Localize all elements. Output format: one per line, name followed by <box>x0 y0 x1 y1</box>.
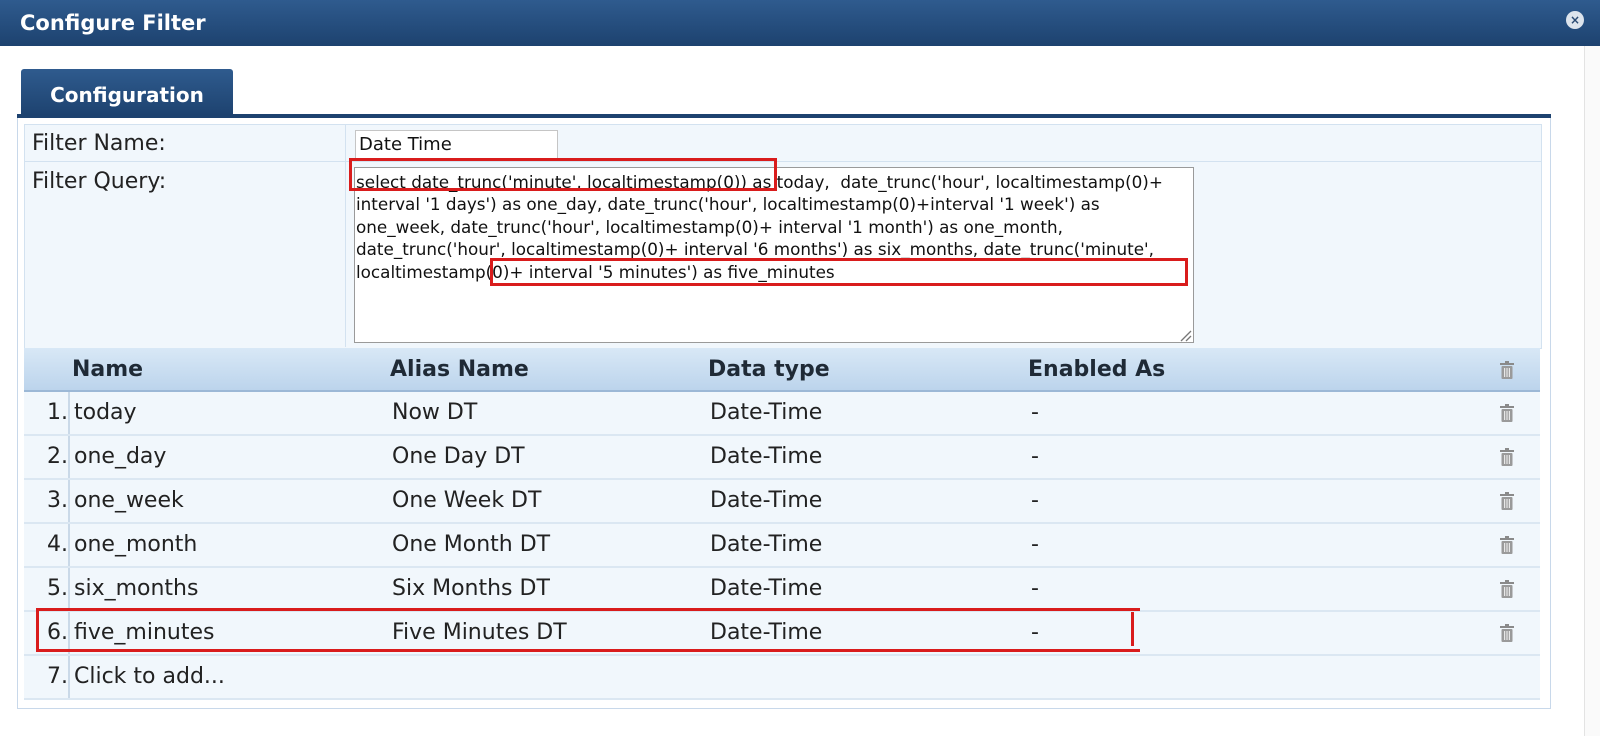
close-icon[interactable]: × <box>1566 11 1584 29</box>
cell-alias[interactable]: Six Months DT <box>392 568 550 610</box>
trash-icon[interactable] <box>1499 448 1515 466</box>
cell-data-type[interactable]: Date-Time <box>710 568 822 610</box>
cell-alias[interactable]: Five Minutes DT <box>392 612 567 654</box>
cell-alias[interactable]: One Week DT <box>392 480 541 522</box>
form-divider <box>24 161 1542 162</box>
filter-name-input[interactable] <box>355 130 558 159</box>
cell-name[interactable]: one_week <box>74 480 184 522</box>
click-to-add-link[interactable]: Click to add... <box>74 656 225 698</box>
cell-name[interactable]: five_minutes <box>74 612 214 654</box>
cell-enabled-as[interactable]: - <box>1031 524 1039 566</box>
cell-data-type[interactable]: Date-Time <box>710 612 822 654</box>
cell-alias[interactable]: Now DT <box>392 392 477 434</box>
row-number: 1. <box>24 392 70 434</box>
trash-icon[interactable] <box>1499 624 1515 642</box>
filter-query-label: Filter Query: <box>32 169 167 194</box>
vertical-scrollbar[interactable] <box>1584 46 1600 736</box>
cell-enabled-as[interactable]: - <box>1031 480 1039 522</box>
filter-query-text: select date_trunc('minute', localtimesta… <box>356 172 1169 282</box>
table-row[interactable]: 5. six_months Six Months DT Date-Time - <box>24 568 1540 612</box>
table-row[interactable]: 2. one_day One Day DT Date-Time - <box>24 436 1540 480</box>
add-row[interactable]: 7. Click to add... <box>24 656 1540 700</box>
row-number: 5. <box>24 568 70 610</box>
cell-data-type[interactable]: Date-Time <box>710 392 822 434</box>
filter-name-label: Filter Name: <box>32 131 166 156</box>
trash-icon[interactable] <box>1499 536 1515 554</box>
cell-data-type[interactable]: Date-Time <box>710 480 822 522</box>
cell-name[interactable]: one_day <box>74 436 166 478</box>
dialog-title-bar: Configure Filter <box>0 0 1600 46</box>
cell-alias[interactable]: One Month DT <box>392 524 550 566</box>
row-number: 6. <box>24 612 70 654</box>
row-number: 3. <box>24 480 70 522</box>
cell-enabled-as[interactable]: - <box>1031 612 1039 654</box>
column-header-alias-name[interactable]: Alias Name <box>390 357 529 382</box>
cell-data-type[interactable]: Date-Time <box>710 524 822 566</box>
cell-name[interactable]: six_months <box>74 568 198 610</box>
column-header-name[interactable]: Name <box>72 357 143 382</box>
cell-data-type[interactable]: Date-Time <box>710 436 822 478</box>
table-row[interactable]: 4. one_month One Month DT Date-Time - <box>24 524 1540 568</box>
cell-enabled-as[interactable]: - <box>1031 568 1039 610</box>
form-divider <box>345 125 346 347</box>
cell-enabled-as[interactable]: - <box>1031 392 1039 434</box>
trash-icon[interactable] <box>1499 404 1515 422</box>
row-number: 7. <box>24 656 70 698</box>
grid-header: Name Alias Name Data type Enabled As <box>24 348 1540 392</box>
cell-alias[interactable]: One Day DT <box>392 436 525 478</box>
tab-configuration[interactable]: Configuration <box>21 69 233 116</box>
table-row[interactable]: 1. today Now DT Date-Time - <box>24 392 1540 436</box>
row-highlight-edge <box>1131 612 1134 646</box>
table-row[interactable]: 3. one_week One Week DT Date-Time - <box>24 480 1540 524</box>
trash-icon[interactable] <box>1499 492 1515 510</box>
row-number: 4. <box>24 524 70 566</box>
column-header-enabled-as[interactable]: Enabled As <box>1028 357 1165 382</box>
trash-icon[interactable] <box>1499 580 1515 598</box>
trash-icon[interactable] <box>1499 361 1515 379</box>
dialog-title: Configure Filter <box>20 11 206 35</box>
row-number: 2. <box>24 436 70 478</box>
cell-name[interactable]: one_month <box>74 524 197 566</box>
cell-enabled-as[interactable]: - <box>1031 436 1039 478</box>
table-row[interactable]: 6. five_minutes Five Minutes DT Date-Tim… <box>24 612 1540 656</box>
column-header-data-type[interactable]: Data type <box>708 357 830 382</box>
resize-grip-icon[interactable] <box>1176 326 1192 342</box>
cell-name[interactable]: today <box>74 392 137 434</box>
